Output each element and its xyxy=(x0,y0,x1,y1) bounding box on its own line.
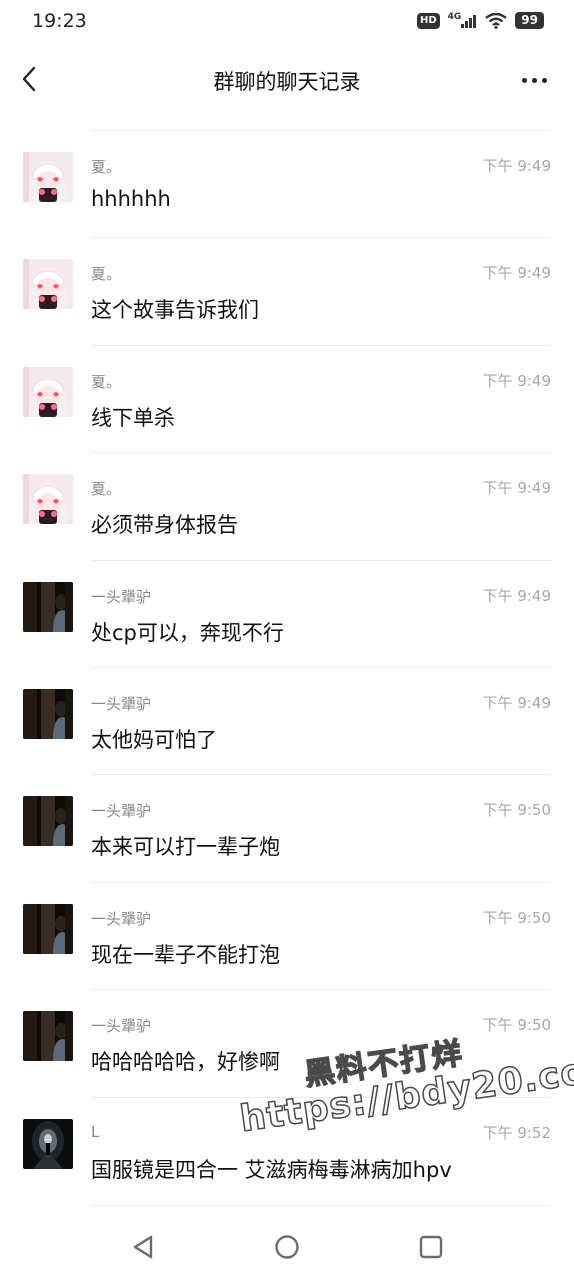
list-item[interactable]: 一头犟驴 下午 9:50 哈哈哈哈哈，好惨啊 xyxy=(0,989,574,1096)
message-time: 下午 9:50 xyxy=(482,1016,551,1035)
battery-icon: 99 xyxy=(515,12,544,29)
message-text: 本来可以打一辈子炮 xyxy=(91,835,280,860)
message-time: 下午 9:50 xyxy=(482,801,551,820)
list-item[interactable]: 一头犟驴 下午 9:50 本来可以打一辈子炮 xyxy=(0,774,574,881)
anime-girl-avatar xyxy=(23,474,73,524)
avatar[interactable] xyxy=(23,582,73,632)
more-options-button[interactable] xyxy=(522,74,552,86)
message-text: 这个故事告诉我们 xyxy=(91,298,259,323)
list-item[interactable]: 夏。 下午 9:49 hhhhhh xyxy=(0,130,574,237)
message-time: 下午 9:49 xyxy=(482,264,551,283)
sender-name: 夏。 xyxy=(91,158,122,176)
more-dots-icon xyxy=(522,77,527,83)
sender-name: 一头犟驴 xyxy=(91,587,152,606)
tunnel-avatar xyxy=(23,1119,73,1169)
triangle-back-icon xyxy=(133,1235,153,1259)
list-item[interactable]: 夏。 下午 9:49 线下单杀 xyxy=(0,344,574,452)
avatar[interactable] xyxy=(23,259,73,309)
list-divider xyxy=(90,1205,551,1206)
system-back-button[interactable] xyxy=(129,1232,159,1262)
nav-bar: 群聊的聊天记录 xyxy=(0,44,574,116)
anime-girl-avatar xyxy=(23,367,73,417)
avatar[interactable] xyxy=(23,904,73,954)
dark-figure-avatar xyxy=(23,689,73,739)
anime-girl-avatar xyxy=(23,152,73,202)
list-item[interactable]: 一头犟驴 下午 9:49 太他妈可怕了 xyxy=(0,666,574,774)
circle-home-icon xyxy=(275,1235,299,1259)
list-item[interactable]: 一头犟驴 下午 9:50 现在一辈子不能打泡 xyxy=(0,881,574,989)
sender-name: 夏。 xyxy=(91,480,122,499)
avatar[interactable] xyxy=(23,367,73,417)
status-bar: 19:23 HD 4G 99 xyxy=(0,0,574,44)
square-recents-icon xyxy=(419,1235,443,1259)
sender-name: 一头犟驴 xyxy=(91,694,152,713)
message-time: 下午 9:49 xyxy=(482,693,551,712)
dark-figure-avatar xyxy=(23,904,73,954)
avatar[interactable] xyxy=(23,1119,73,1169)
dark-figure-avatar xyxy=(23,1011,73,1061)
message-text: 处cp可以，奔现不行 xyxy=(91,620,284,645)
list-item[interactable]: 一头犟驴 下午 9:49 处cp可以，奔现不行 xyxy=(0,559,574,667)
message-time: 下午 9:50 xyxy=(482,908,551,927)
list-item[interactable]: 夏。 下午 9:49 必须带身体报告 xyxy=(0,452,574,559)
message-text: 线下单杀 xyxy=(91,405,175,430)
avatar[interactable] xyxy=(23,152,73,202)
sender-name: 夏。 xyxy=(91,372,122,391)
page-title: 群聊的聊天记录 xyxy=(213,70,361,94)
message-text: 太他妈可怕了 xyxy=(91,727,217,752)
sender-name: 夏。 xyxy=(91,265,122,284)
message-time: 下午 9:49 xyxy=(482,586,551,605)
avatar[interactable] xyxy=(23,1011,73,1061)
sender-name: 一头犟驴 xyxy=(91,802,152,821)
status-time: 19:23 xyxy=(32,10,87,32)
dark-figure-avatar xyxy=(23,582,73,632)
cellular-signal-icon: 4G xyxy=(447,11,478,28)
dark-figure-avatar xyxy=(23,796,73,846)
message-time: 下午 9:49 xyxy=(482,479,551,498)
message-time: 下午 9:49 xyxy=(482,371,551,390)
message-text: 现在一辈子不能打泡 xyxy=(91,942,280,967)
sender-name: 一头犟驴 xyxy=(91,909,152,928)
anime-girl-avatar xyxy=(23,259,73,309)
message-text: 国服镜是四合一 艾滋病梅毒淋病加hpv xyxy=(91,1157,452,1182)
avatar[interactable] xyxy=(23,796,73,846)
message-text: hhhhhh xyxy=(91,187,171,211)
system-recents-button[interactable] xyxy=(416,1232,446,1262)
message-time: 下午 9:52 xyxy=(482,1123,551,1142)
chat-record-list: 夏。 下午 9:49 hhhhhh 夏。 下午 9:49 这个故事告诉我们 夏。… xyxy=(0,130,574,1204)
wifi-icon xyxy=(485,12,508,29)
sender-name: 一头犟驴 xyxy=(91,1017,152,1036)
system-home-button[interactable] xyxy=(272,1232,302,1262)
avatar[interactable] xyxy=(23,689,73,739)
hd-icon: HD xyxy=(416,12,440,29)
message-time: 下午 9:49 xyxy=(482,157,551,175)
avatar[interactable] xyxy=(23,474,73,524)
list-item[interactable]: 夏。 下午 9:49 这个故事告诉我们 xyxy=(0,237,574,344)
message-text: 必须带身体报告 xyxy=(91,513,238,538)
system-nav-bar xyxy=(0,1222,574,1280)
status-icons: HD 4G 99 xyxy=(416,11,544,29)
network-type-label: 4G xyxy=(447,11,462,22)
list-item[interactable]: L 下午 9:52 国服镜是四合一 艾滋病梅毒淋病加hpv xyxy=(0,1096,574,1204)
message-text: 哈哈哈哈哈，好惨啊 xyxy=(91,1050,280,1075)
sender-name: L xyxy=(91,1122,100,1141)
